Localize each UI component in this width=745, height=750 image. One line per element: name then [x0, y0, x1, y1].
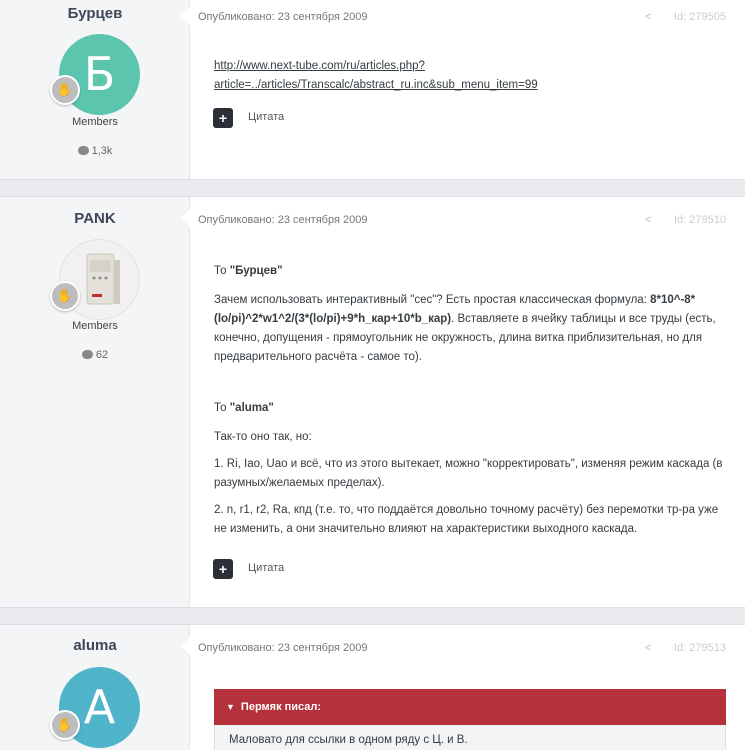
paragraph: 2. n, r1, r2, Ra, кпд (т.е. то, что подд… — [214, 504, 719, 535]
reply-prefix: То — [214, 265, 230, 277]
post-author-panel: Бурцев Б ✋ Members 1,3k — [0, 0, 190, 179]
post-author-panel: PANK ✋ Members 62 — [0, 197, 190, 607]
post-id[interactable]: Id: 279510 — [674, 214, 726, 226]
quote-button[interactable]: Цитата — [248, 111, 284, 123]
comment-icon — [77, 146, 89, 155]
quote-header[interactable]: ▼ Пермяк писал: — [214, 689, 726, 725]
author-name[interactable]: Бурцев — [0, 5, 190, 22]
post-count: 1,3k — [0, 145, 190, 157]
reply-username: "aluma" — [229, 402, 274, 414]
rank-badge-icon: ✋ — [50, 281, 80, 311]
post-date[interactable]: Опубликовано: 23 сентября 2009 — [198, 642, 367, 654]
paragraph: Зачем использовать интерактивный "сес"? … — [214, 291, 726, 367]
post-author-panel: aluma A ✋ — [0, 625, 190, 750]
link-line-1: http://www.next-tube.com/ru/articles.php… — [214, 60, 425, 72]
quote-button[interactable]: Цитата — [248, 562, 284, 574]
link-line-2: article=../articles/Transcalc/abstract_r… — [214, 79, 538, 91]
member-group: Members — [72, 320, 118, 332]
post-id[interactable]: Id: 279513 — [674, 642, 726, 654]
chevron-down-icon: ▼ — [226, 702, 235, 712]
paragraph: Так-то оно так, но: — [214, 431, 312, 443]
author-arrow — [181, 209, 190, 227]
post-count-value: 1,3k — [91, 145, 113, 157]
rank-badge-icon: ✋ — [50, 710, 80, 740]
reply-to-line: То "aluma" — [214, 399, 726, 418]
comment-icon — [81, 350, 93, 359]
rank-badge-icon: ✋ — [50, 75, 80, 105]
post-date[interactable]: Опубликовано: 23 сентября 2009 — [198, 11, 367, 23]
post-date[interactable]: Опубликовано: 23 сентября 2009 — [198, 214, 367, 226]
post-count-value: 62 — [95, 349, 109, 361]
multiquote-button[interactable]: + — [213, 559, 233, 579]
author-name[interactable]: PANK — [0, 210, 190, 227]
post-content: http://www.next-tube.com/ru/articles.php… — [214, 57, 726, 95]
paragraph-text: Зачем использовать интерактивный "сес"? … — [214, 294, 651, 306]
reply-to-line: То "Бурцев" — [214, 262, 726, 281]
share-icon[interactable]: < — [645, 11, 651, 23]
author-name[interactable]: aluma — [0, 637, 190, 654]
reply-username: "Бурцев" — [229, 265, 283, 277]
post-2: PANK ✋ Members 62 Опубликовано: 23 сентя… — [0, 196, 745, 608]
share-icon[interactable]: < — [645, 642, 651, 654]
post-3: aluma A ✋ Опубликовано: 23 сентября 2009… — [0, 624, 745, 750]
author-arrow — [181, 7, 190, 25]
post-1: Бурцев Б ✋ Members 1,3k Опубликовано: 23… — [0, 0, 745, 180]
author-arrow — [181, 637, 190, 655]
external-link[interactable]: http://www.next-tube.com/ru/articles.php… — [214, 57, 726, 95]
post-id[interactable]: Id: 279505 — [674, 11, 726, 23]
post-content: То "Бурцев" Зачем использовать интеракти… — [214, 262, 726, 547]
quote-author: Пермяк писал: — [240, 701, 322, 713]
member-group: Members — [72, 116, 118, 128]
reply-prefix: То — [214, 402, 230, 414]
share-icon[interactable]: < — [645, 214, 651, 226]
multiquote-button[interactable]: + — [213, 108, 233, 128]
post-count: 62 — [0, 349, 190, 361]
paragraph: 1. Ri, Iao, Uao и всё, что из этого выте… — [214, 458, 723, 489]
quote-body: Маловато для ссылки в одном ряду с Ц. и … — [214, 725, 726, 750]
